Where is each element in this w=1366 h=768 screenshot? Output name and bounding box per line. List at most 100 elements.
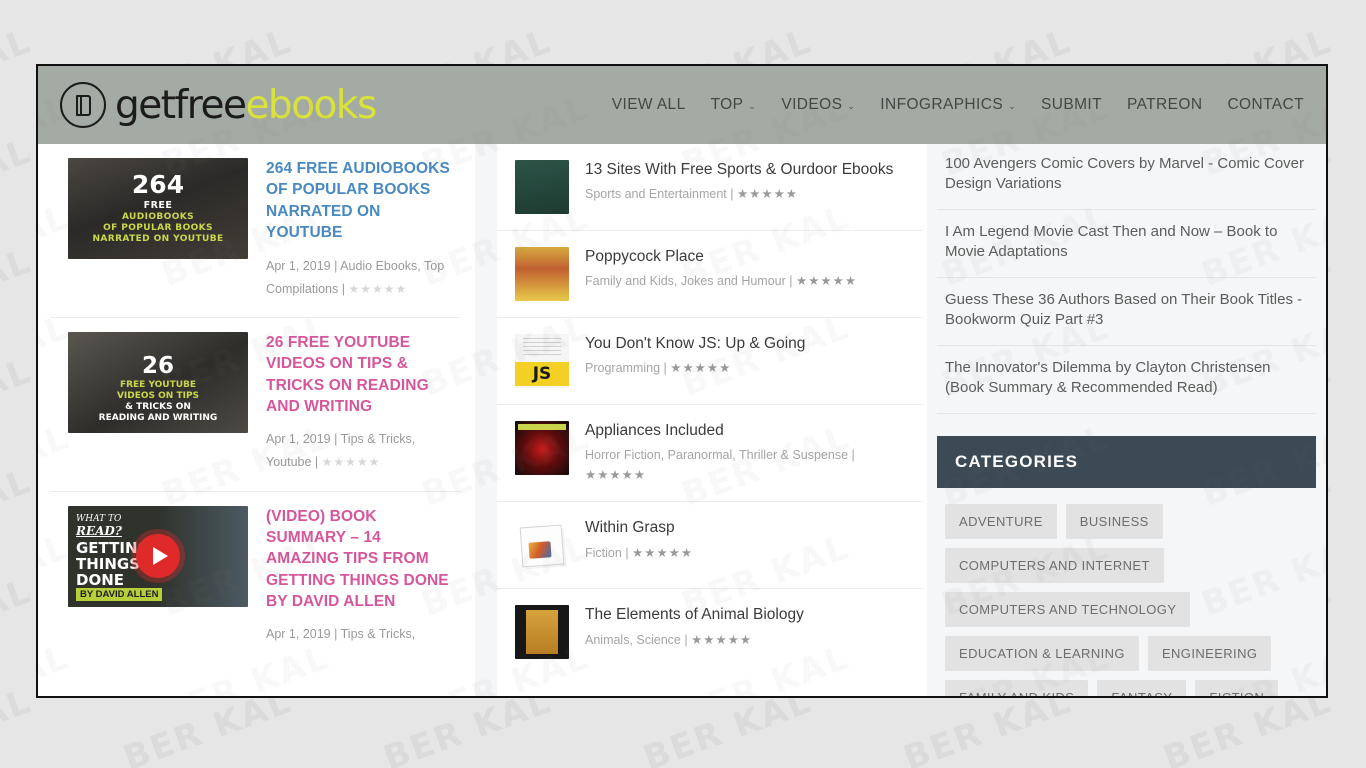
book-list-item[interactable]: The Elements of Animal Biology Animals, … <box>497 589 923 675</box>
post-item[interactable]: WHAT TO READ? GETTING THINGS DONE BY DAV… <box>50 492 461 663</box>
browser-viewport: getfreeebooks VIEW ALL TOP ⌄ VIDEOS ⌄ IN… <box>38 66 1326 696</box>
nav-label: PATREON <box>1127 96 1202 114</box>
watermark-text: BER KAL <box>0 131 37 229</box>
rating-stars: ★★★★★ <box>670 361 731 375</box>
book-list-item[interactable]: Within Grasp Fiction | ★★★★★ <box>497 502 923 589</box>
book-categories[interactable]: Sports and Entertainment <box>585 187 727 201</box>
book-list-item[interactable]: You Don't Know JS: Up & Going Programmin… <box>497 318 923 405</box>
post-body: 26 FREE YOUTUBE VIDEOS ON TIPS & TRICKS … <box>266 332 453 475</box>
book-title[interactable]: You Don't Know JS: Up & Going <box>585 334 913 353</box>
post-body: (VIDEO) BOOK SUMMARY – 14 AMAZING TIPS F… <box>266 506 453 647</box>
nav-item-submit[interactable]: SUBMIT <box>1041 96 1102 114</box>
watermark-text: BER KAL <box>0 0 37 9</box>
book-title[interactable]: Within Grasp <box>585 518 913 537</box>
logo-text-accent: ebooks <box>245 83 375 128</box>
post-categories[interactable]: Tips & Tricks, <box>341 627 416 641</box>
meta-sep: | <box>852 448 855 462</box>
posts-column: 264 FREE AUDIOBOOKS OF POPULAR BOOKS NAR… <box>38 144 475 696</box>
thumb-line-3: & TRICKS ON <box>68 403 248 412</box>
book-meta: Horror Fiction, Paranormal, Thriller & S… <box>585 446 913 485</box>
book-title[interactable]: 13 Sites With Free Sports & Ourdoor Eboo… <box>585 160 913 179</box>
chevron-down-icon: ⌄ <box>748 102 756 111</box>
post-item[interactable]: 264 FREE AUDIOBOOKS OF POPULAR BOOKS NAR… <box>50 144 461 318</box>
book-categories[interactable]: Programming <box>585 361 660 375</box>
category-tag[interactable]: COMPUTERS AND INTERNET <box>945 548 1164 583</box>
post-title[interactable]: 264 FREE AUDIOBOOKS OF POPULAR BOOKS NAR… <box>266 158 453 244</box>
nav-item-top[interactable]: TOP ⌄ <box>711 96 757 114</box>
category-tag[interactable]: FAMILY AND KIDS <box>945 680 1088 696</box>
watermark-text: BER KAL <box>118 0 297 9</box>
book-list-item[interactable]: Poppycock Place Family and Kids, Jokes a… <box>497 231 923 318</box>
category-tag[interactable]: FICTION <box>1195 680 1278 696</box>
book-categories[interactable]: Family and Kids, Jokes and Humour <box>585 274 786 288</box>
rating-stars: ★★★★★ <box>322 455 381 469</box>
watermark-text: BER KAL <box>0 461 37 559</box>
category-tag[interactable]: ADVENTURE <box>945 504 1057 539</box>
book-info: The Elements of Animal Biology Animals, … <box>585 605 913 650</box>
post-title[interactable]: 26 FREE YOUTUBE VIDEOS ON TIPS & TRICKS … <box>266 332 453 418</box>
book-title[interactable]: Poppycock Place <box>585 247 913 266</box>
category-tag[interactable]: BUSINESS <box>1066 504 1163 539</box>
nav-label: SUBMIT <box>1041 96 1102 114</box>
nav-item-view-all[interactable]: VIEW ALL <box>612 96 686 114</box>
post-item[interactable]: 26 FREE YOUTUBE VIDEOS ON TIPS & TRICKS … <box>50 318 461 492</box>
main-navigation: VIEW ALL TOP ⌄ VIDEOS ⌄ INFOGRAPHICS ⌄ S… <box>612 96 1310 114</box>
meta-sep: | <box>315 455 322 469</box>
site-header: getfreeebooks VIEW ALL TOP ⌄ VIDEOS ⌄ IN… <box>38 66 1326 144</box>
book-cover-image[interactable] <box>515 605 569 659</box>
sidebar-link[interactable]: I Am Legend Movie Cast Then and Now – Bo… <box>937 210 1316 278</box>
nav-label: INFOGRAPHICS <box>880 96 1003 114</box>
book-title[interactable]: The Elements of Animal Biology <box>585 605 913 624</box>
nav-item-patreon[interactable]: PATREON <box>1127 96 1202 114</box>
meta-sep: | <box>789 274 796 288</box>
thumb-kicker-big: READ? <box>76 524 122 538</box>
nav-label: VIEW ALL <box>612 96 686 114</box>
category-tag[interactable]: EDUCATION & LEARNING <box>945 636 1139 671</box>
thumb-line-1: FREE <box>68 201 248 211</box>
book-cover-image[interactable] <box>515 247 569 301</box>
book-info: Poppycock Place Family and Kids, Jokes a… <box>585 247 913 292</box>
sidebar-link[interactable]: 100 Avengers Comic Covers by Marvel - Co… <box>937 144 1316 210</box>
books-column: 13 Sites With Free Sports & Ourdoor Eboo… <box>497 144 927 696</box>
book-title[interactable]: Appliances Included <box>585 421 913 440</box>
category-tag[interactable]: COMPUTERS AND TECHNOLOGY <box>945 592 1190 627</box>
book-cover-image[interactable] <box>515 160 569 214</box>
nav-item-contact[interactable]: CONTACT <box>1227 96 1304 114</box>
sidebar-link[interactable]: Guess These 36 Authors Based on Their Bo… <box>937 278 1316 346</box>
book-list-item[interactable]: Appliances Included Horror Fiction, Para… <box>497 405 923 502</box>
nav-label: VIDEOS <box>781 96 842 114</box>
column-divider <box>475 144 497 696</box>
book-info: 13 Sites With Free Sports & Ourdoor Eboo… <box>585 160 913 205</box>
nav-item-infographics[interactable]: INFOGRAPHICS ⌄ <box>880 96 1016 114</box>
book-cover-image[interactable] <box>515 334 569 388</box>
post-body: 264 FREE AUDIOBOOKS OF POPULAR BOOKS NAR… <box>266 158 453 301</box>
thumb-number: 26 <box>68 354 248 378</box>
meta-sep: | <box>730 187 737 201</box>
book-categories[interactable]: Horror Fiction, Paranormal, Thriller & S… <box>585 448 848 462</box>
thumb-line-4: READING AND WRITING <box>68 414 248 423</box>
sidebar-link[interactable]: The Innovator's Dilemma by Clayton Chris… <box>937 346 1316 414</box>
nav-item-videos[interactable]: VIDEOS ⌄ <box>781 96 855 114</box>
book-circle-logo-icon <box>60 82 106 128</box>
chevron-down-icon: ⌄ <box>847 102 855 111</box>
category-tag[interactable]: FANTASY <box>1097 680 1186 696</box>
watermark-text: BER KAL <box>1158 0 1337 9</box>
site-logo[interactable]: getfreeebooks <box>52 82 376 128</box>
rating-stars: ★★★★★ <box>691 633 752 647</box>
play-button-icon[interactable] <box>136 534 180 578</box>
post-thumbnail[interactable]: 264 FREE AUDIOBOOKS OF POPULAR BOOKS NAR… <box>68 158 248 259</box>
categories-widget-title: CATEGORIES <box>937 436 1316 488</box>
book-cover-image[interactable] <box>515 518 569 572</box>
post-thumbnail[interactable]: WHAT TO READ? GETTING THINGS DONE BY DAV… <box>68 506 248 607</box>
post-title[interactable]: (VIDEO) BOOK SUMMARY – 14 AMAZING TIPS F… <box>266 506 453 613</box>
watermark-text: BER KAL <box>0 241 37 339</box>
thumb-number: 264 <box>68 172 248 198</box>
book-list-item[interactable]: 13 Sites With Free Sports & Ourdoor Eboo… <box>497 144 923 231</box>
book-cover-image[interactable] <box>515 421 569 475</box>
post-date: Apr 1, 2019 <box>266 627 331 641</box>
book-info: Within Grasp Fiction | ★★★★★ <box>585 518 913 563</box>
post-thumbnail[interactable]: 26 FREE YOUTUBE VIDEOS ON TIPS & TRICKS … <box>68 332 248 433</box>
category-tag[interactable]: ENGINEERING <box>1148 636 1271 671</box>
book-categories[interactable]: Animals, Science <box>585 633 681 647</box>
book-categories[interactable]: Fiction <box>585 546 622 560</box>
